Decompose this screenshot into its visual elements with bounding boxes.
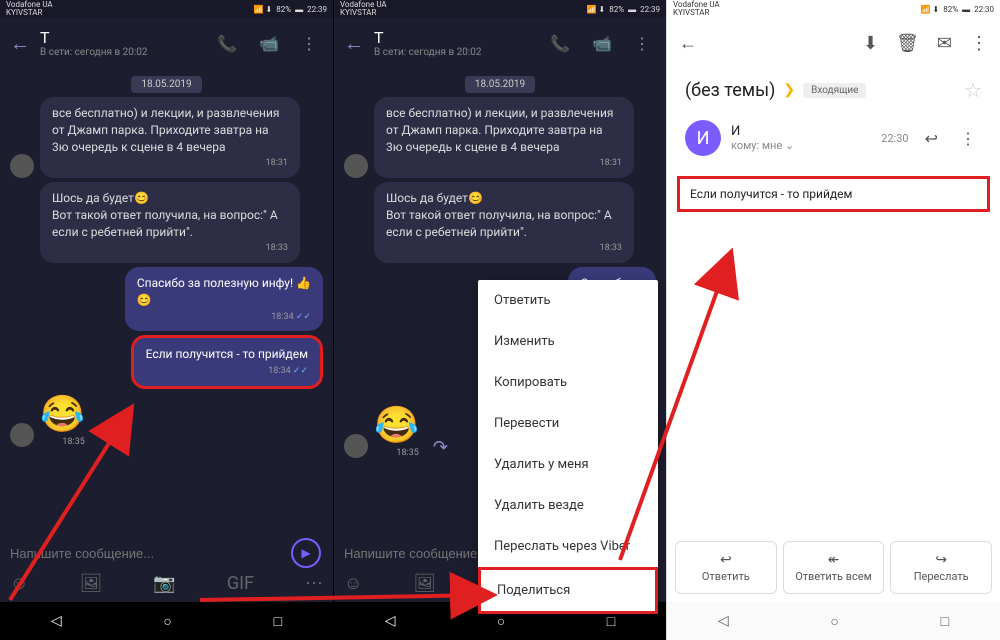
menu-delete-mine[interactable]: Удалить у меня — [478, 444, 658, 485]
gmail-header: ← ⬇ 🗑 ✉ ⋮ — [667, 18, 1000, 68]
battery-icon: ▬ — [295, 5, 303, 14]
importance-icon[interactable]: ❯ — [783, 82, 795, 98]
star-icon[interactable]: ☆ — [964, 78, 982, 102]
reply-all-button[interactable]: ↞Ответить всем — [783, 541, 885, 594]
chat-subtitle: В сети: сегодня в 20:02 — [40, 47, 201, 58]
chat-header: ← Т В сети: сегодня в 20:02 📞 📹 ⋮ — [0, 18, 333, 68]
delete-icon[interactable]: 🗑 — [896, 33, 919, 54]
reply-icon[interactable]: ↩ — [919, 129, 944, 148]
message-in[interactable]: Шось да будет😊 Вот такой ответ получила,… — [374, 182, 634, 263]
signal-icon: 📶 ⬇ — [254, 5, 273, 14]
menu-share[interactable]: Поделиться — [478, 567, 658, 614]
mic-button[interactable]: ▶ — [291, 538, 321, 568]
email-body: Если получится - то прийдем — [677, 176, 990, 212]
carrier-2: KYIVSTAR — [6, 9, 53, 17]
menu-delete-all[interactable]: Удалить везде — [478, 485, 658, 526]
nav-back[interactable]: ◁ — [718, 613, 729, 629]
camera-icon[interactable]: 📷 — [153, 573, 175, 594]
back-icon[interactable]: ← — [10, 31, 30, 56]
gallery-icon[interactable]: 🖼 — [79, 573, 102, 594]
message-out[interactable]: Спасибо за полезную инфу! 👍😊 18:34 ✓✓ — [125, 267, 323, 331]
message-in[interactable]: все бесплатно) и лекции, и развлечения о… — [40, 97, 300, 178]
emoji-message[interactable]: 😂 — [40, 393, 85, 435]
menu-reply[interactable]: Ответить — [478, 280, 658, 321]
sender-name[interactable]: И — [731, 124, 871, 139]
forward-button[interactable]: ↪Переслать — [890, 541, 992, 594]
call-icon[interactable]: 📞 — [211, 34, 243, 53]
avatar[interactable] — [10, 154, 34, 178]
menu-translate[interactable]: Перевести — [478, 403, 658, 444]
gmail-actions: ↩Ответить ↞Ответить всем ↪Переслать — [667, 533, 1000, 602]
nav-home[interactable]: ○ — [830, 613, 838, 630]
nav-home[interactable]: ○ — [163, 613, 171, 630]
status-bar: Vodafone UA KYIVSTAR 📶 ⬇ 82% ▬ 22:39 — [0, 0, 333, 18]
message-in[interactable]: Шось да будет😊 Вот такой ответ получила,… — [40, 182, 300, 263]
call-icon[interactable]: 📞 — [544, 34, 576, 53]
avatar[interactable] — [10, 423, 34, 447]
sender-avatar[interactable]: И — [685, 120, 721, 156]
menu-copy[interactable]: Копировать — [478, 362, 658, 403]
chevron-down-icon[interactable]: ⌄ — [785, 139, 794, 152]
status-bar: Vodafone UA KYIVSTAR 📶 ⬇ 82% ▬ 22:39 — [334, 0, 666, 18]
message-out-highlighted[interactable]: Если получится - то прийдем 18:34 ✓✓ — [131, 335, 323, 388]
inbox-label[interactable]: Входящие — [803, 83, 866, 98]
context-menu: Ответить Изменить Копировать Перевести У… — [478, 280, 658, 614]
emoji-icon[interactable]: ☺ — [10, 573, 28, 594]
message-in[interactable]: все бесплатно) и лекции, и развлечения о… — [374, 97, 634, 178]
menu-edit[interactable]: Изменить — [478, 321, 658, 362]
back-icon[interactable]: ← — [344, 31, 364, 56]
status-bar: Vodafone UA KYIVSTAR 📶 ⬇ 82% ▬ 22:30 — [667, 0, 1000, 18]
clock: 22:39 — [307, 5, 327, 14]
share-icon[interactable]: ↷ — [99, 426, 114, 447]
mail-icon[interactable]: ✉ — [937, 33, 952, 54]
more-icon[interactable]: ⋮ — [954, 129, 982, 148]
email-time: 22:30 — [881, 132, 908, 145]
nav-back[interactable]: ◁ — [51, 613, 62, 629]
share-icon[interactable]: ↷ — [433, 437, 448, 458]
email-subject: (без темы) — [685, 80, 775, 101]
menu-forward-viber[interactable]: Переслать через Viber — [478, 526, 658, 567]
more-icon[interactable]: ⋮ — [295, 34, 323, 53]
more-icon[interactable]: ⋮ — [970, 33, 988, 54]
chat-title[interactable]: Т — [40, 28, 201, 47]
video-icon[interactable]: 📹 — [586, 34, 618, 53]
nav-bar: ◁ ○ □ — [0, 602, 333, 640]
archive-icon[interactable]: ⬇ — [863, 33, 878, 54]
date-chip: 18.05.2019 — [0, 72, 333, 91]
video-icon[interactable]: 📹 — [253, 34, 285, 53]
nav-recent[interactable]: □ — [607, 613, 615, 630]
composer: ▶ ☺ 🖼 📷 GIF ⋯ — [0, 532, 333, 602]
nav-home[interactable]: ○ — [497, 613, 505, 630]
nav-recent[interactable]: □ — [941, 613, 949, 630]
message-input[interactable] — [10, 540, 323, 567]
nav-recent[interactable]: □ — [274, 613, 282, 630]
back-icon[interactable]: ← — [679, 33, 697, 54]
battery-text: 82% — [276, 5, 291, 14]
gif-icon[interactable]: GIF — [227, 573, 254, 594]
more-composer-icon[interactable]: ⋯ — [305, 573, 323, 594]
more-icon[interactable]: ⋮ — [628, 34, 656, 53]
nav-back[interactable]: ◁ — [385, 613, 396, 629]
reply-button[interactable]: ↩Ответить — [675, 541, 777, 594]
